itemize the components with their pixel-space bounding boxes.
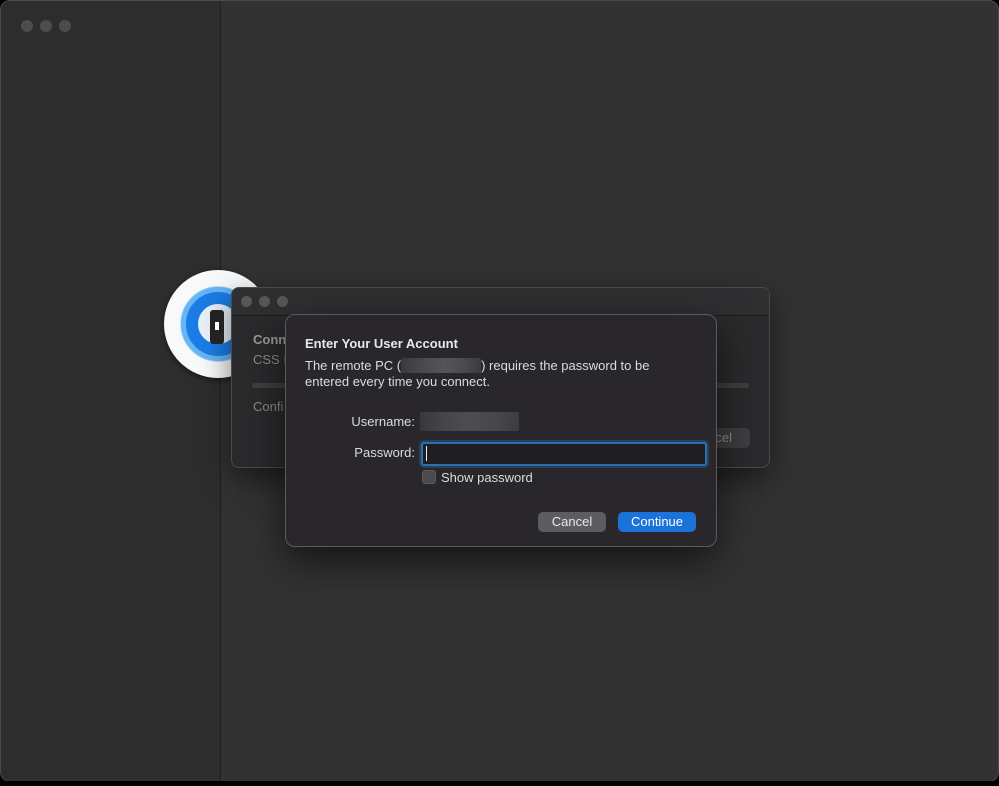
password-label: Password: bbox=[354, 445, 415, 460]
connecting-dialog-title: Conn bbox=[253, 332, 287, 347]
sheet-message-prefix: The remote PC ( bbox=[305, 358, 402, 373]
zoom-window-button[interactable] bbox=[59, 20, 71, 32]
minimize-window-button[interactable] bbox=[40, 20, 52, 32]
connecting-dialog-minimize-button[interactable] bbox=[259, 296, 270, 307]
connecting-dialog-titlebar bbox=[232, 288, 769, 316]
connecting-dialog-status: Confi bbox=[253, 399, 284, 414]
user-account-sheet: Enter Your User Account The remote PC ()… bbox=[285, 314, 717, 547]
logo-keyhole bbox=[210, 310, 224, 344]
password-input[interactable] bbox=[421, 442, 707, 466]
connecting-dialog-close-button[interactable] bbox=[241, 296, 252, 307]
connecting-dialog-controls bbox=[241, 296, 288, 307]
username-label: Username: bbox=[351, 414, 415, 429]
sidebar bbox=[1, 1, 221, 781]
sheet-message: The remote PC () requires the password t… bbox=[305, 358, 695, 390]
bottom-edge bbox=[0, 781, 999, 786]
text-caret bbox=[426, 446, 427, 461]
sheet-title: Enter Your User Account bbox=[305, 336, 458, 351]
cancel-button[interactable]: Cancel bbox=[538, 512, 606, 532]
redacted-pc-name bbox=[401, 358, 482, 373]
continue-button[interactable]: Continue bbox=[618, 512, 696, 532]
close-window-button[interactable] bbox=[21, 20, 33, 32]
redacted-username bbox=[420, 412, 519, 431]
show-password-checkbox[interactable] bbox=[422, 470, 436, 484]
connecting-dialog-subtitle: CSS I bbox=[253, 352, 287, 367]
show-password-label[interactable]: Show password bbox=[441, 470, 533, 485]
window-controls bbox=[21, 20, 71, 32]
connecting-dialog-zoom-button[interactable] bbox=[277, 296, 288, 307]
